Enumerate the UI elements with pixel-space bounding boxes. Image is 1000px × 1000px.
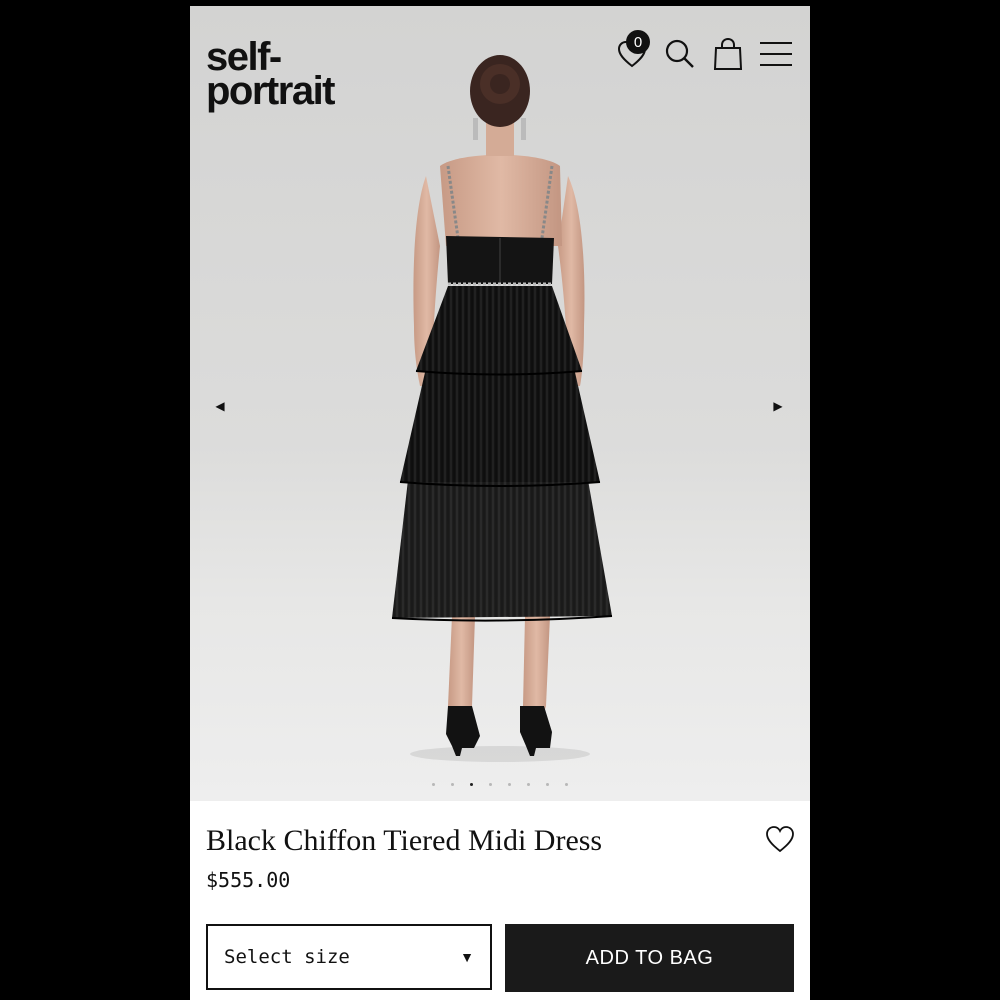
carousel-dot[interactable] (432, 783, 435, 786)
carousel-dot[interactable] (451, 783, 454, 786)
carousel-dot[interactable] (527, 783, 530, 786)
product-page: self- portrait 0 ◀ ▶ Black Chiffon Tiere… (190, 6, 810, 1000)
add-to-wishlist-button[interactable] (764, 824, 796, 856)
hamburger-menu-icon (760, 42, 792, 66)
carousel-dot[interactable] (546, 783, 549, 786)
shopping-bag-icon (713, 37, 743, 70)
size-select-dropdown[interactable]: Select size ▼ (206, 924, 492, 990)
triangle-down-icon: ▼ (460, 949, 474, 965)
carousel-dot[interactable] (489, 783, 492, 786)
carousel-dot[interactable] (470, 783, 473, 786)
brand-logo[interactable]: self- portrait (206, 37, 336, 113)
product-image-gallery[interactable]: self- portrait 0 ◀ ▶ (190, 6, 810, 801)
menu-button[interactable] (752, 30, 800, 78)
wishlist-count-badge: 0 (626, 30, 650, 54)
wishlist-button[interactable]: 0 (608, 30, 656, 78)
carousel-dot[interactable] (508, 783, 511, 786)
product-price: $555.00 (206, 868, 291, 892)
header-actions: 0 (608, 30, 800, 78)
triangle-right-icon: ▶ (773, 399, 783, 413)
carousel-dot[interactable] (565, 783, 568, 786)
triangle-left-icon: ◀ (215, 399, 225, 413)
carousel-pagination (190, 783, 810, 786)
heart-outline-icon (766, 826, 794, 853)
search-icon (665, 39, 694, 68)
search-button[interactable] (656, 30, 704, 78)
product-image (391, 55, 613, 762)
previous-image-button[interactable]: ◀ (208, 394, 232, 418)
logo-line-2: portrait (206, 69, 336, 113)
size-select-label: Select size (224, 946, 350, 968)
add-to-bag-button[interactable]: ADD TO BAG (505, 924, 794, 992)
shopping-bag-button[interactable] (704, 30, 752, 78)
next-image-button[interactable]: ▶ (766, 394, 790, 418)
product-title: Black Chiffon Tiered Midi Dress (206, 824, 603, 857)
